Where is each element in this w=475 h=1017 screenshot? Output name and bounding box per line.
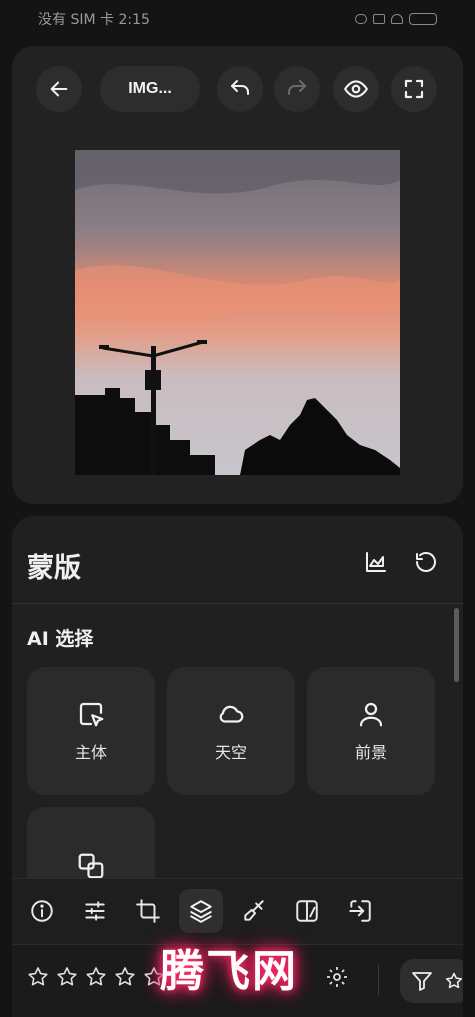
star-icon[interactable] (84, 965, 108, 989)
crop-icon (136, 899, 160, 923)
foreground-label: 前景 (354, 743, 387, 762)
status-bar: 没有 SIM 卡 2:15 (0, 0, 475, 38)
back-arrow-icon (50, 81, 68, 97)
foreground-option[interactable]: 前景 (307, 667, 435, 795)
top-toolbar: IMG... (12, 46, 463, 132)
panel-title: 蒙版 (27, 553, 81, 584)
fullscreen-icon (404, 79, 424, 99)
export-icon (349, 900, 371, 922)
cloud-icon (219, 705, 244, 723)
fullscreen-button[interactable] (391, 66, 437, 112)
info-icon (31, 900, 53, 922)
status-text: 没有 SIM 卡 2:15 (38, 12, 150, 28)
reset-icon[interactable] (414, 550, 438, 574)
wifi-status-icon (391, 14, 403, 24)
back-button[interactable] (36, 66, 82, 112)
histogram-icon[interactable] (364, 550, 388, 574)
battery-icon (409, 13, 437, 25)
filename-button[interactable]: IMG... (100, 66, 200, 112)
subject-select-icon (79, 702, 104, 727)
ai-select-title: AI 选择 (27, 628, 94, 650)
status-icons (355, 13, 437, 25)
star-icon[interactable] (26, 965, 50, 989)
rating-divider (378, 965, 379, 995)
redo-icon (288, 80, 306, 95)
object-select-icon (78, 853, 104, 879)
tab-crop[interactable] (126, 889, 170, 933)
scrollbar[interactable] (454, 608, 459, 682)
eye-status-icon (355, 14, 367, 24)
panel-header: 蒙版 (12, 516, 463, 604)
tab-adjust[interactable] (73, 889, 117, 933)
star-icon[interactable] (113, 965, 137, 989)
mute-status-icon (373, 14, 385, 24)
compare-icon (296, 900, 318, 922)
brush-icon (244, 900, 264, 921)
redo-button[interactable] (274, 66, 320, 112)
person-icon (359, 702, 383, 727)
tab-layers[interactable] (179, 889, 223, 933)
tab-export[interactable] (338, 889, 382, 933)
subject-label: 主体 (74, 743, 107, 762)
undo-button[interactable] (217, 66, 263, 112)
photo-preview[interactable] (75, 150, 400, 475)
sky-label: 天空 (214, 743, 247, 762)
gear-icon[interactable] (325, 965, 349, 989)
undo-icon (231, 80, 249, 95)
star-icon[interactable] (55, 965, 79, 989)
filter-button[interactable] (400, 959, 463, 1003)
subject-option[interactable]: 主体 (27, 667, 155, 795)
watermark: 腾飞网 (160, 946, 298, 997)
sky-option[interactable]: 天空 (167, 667, 295, 795)
sliders-icon (85, 901, 105, 921)
preview-button[interactable] (333, 66, 379, 112)
star-filter-icon (445, 972, 463, 989)
tab-compare[interactable] (285, 889, 329, 933)
tab-brush[interactable] (232, 889, 276, 933)
filter-icon (412, 972, 432, 991)
eye-icon (344, 80, 368, 98)
editor-card: IMG... (12, 46, 463, 504)
layers-icon (190, 900, 212, 923)
tab-info[interactable] (20, 889, 64, 933)
